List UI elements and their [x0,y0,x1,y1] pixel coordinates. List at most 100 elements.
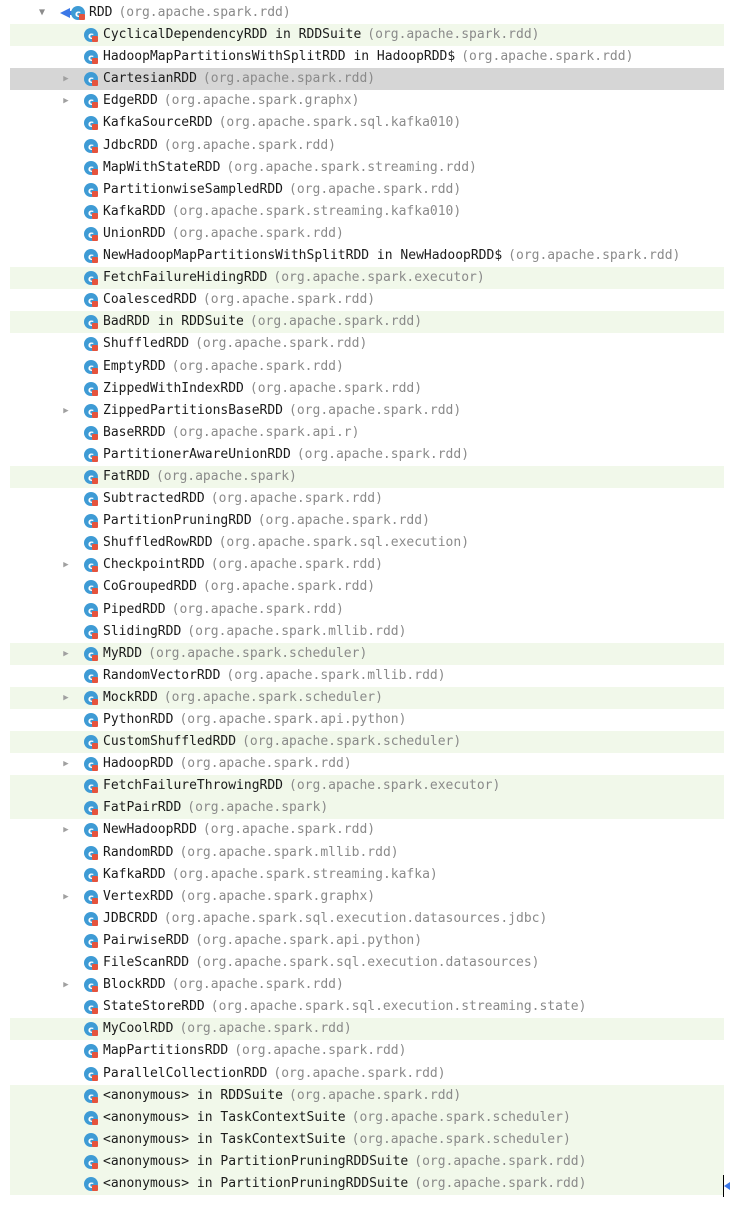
tree-row-label: FetchFailureThrowingRDD (org.apache.spark… [103,775,500,797]
tree-row[interactable]: c PythonRDD (org.apache.spark.api.python) [10,709,724,731]
tree-row[interactable]: c ZippedWithIndexRDD (org.apache.spark.rdd… [10,378,724,400]
class-icon: c [84,536,98,551]
tree-row[interactable]: c ShuffledRowRDD (org.apache.spark.sql.exe… [10,532,724,554]
tree-row[interactable]: c JDBCRDD (org.apache.spark.sql.execution.… [10,908,724,930]
tree-row[interactable]: c FileScanRDD (org.apache.spark.sql.execut… [10,952,724,974]
tree-row[interactable]: c <anonymous> in TaskContextSuite (org.apa… [10,1106,724,1129]
tree-row[interactable]: c <anonymous> in PartitionPruningRDDSuite… [10,1172,724,1196]
tree-row[interactable]: c JdbcRDD (org.apache.spark.rdd) [10,135,724,157]
class-name: CartesianRDD [103,71,197,87]
class-icon: c [84,72,98,87]
tree-row-label: ShuffledRDD (org.apache.spark.rdd) [103,333,367,355]
tree-row[interactable]: c EmptyRDD (org.apache.spark.rdd) [10,356,724,378]
tree-row-label: HadoopMapPartitionsWithSplitRDD in Hadoo… [103,46,633,68]
package-name: (org.apache.spark.rdd) [179,756,352,772]
tree-row[interactable]: c CoalescedRDD (org.apache.spark.rdd) [10,289,724,311]
tree-row[interactable]: c KafkaRDD (org.apache.spark.streaming.kaf… [10,864,724,886]
tree-row[interactable]: c ParallelCollectionRDD (org.apache.spark.… [10,1063,724,1085]
collapse-arrow-icon[interactable]: ▶ [60,643,72,665]
package-name: (org.apache.spark.executor) [273,270,485,286]
tree-row[interactable]: ▶ c MyRDD (org.apache.spark.scheduler) [10,642,724,665]
tree-row-label: <anonymous> in TaskContextSuite (org.apac… [103,1129,571,1151]
tree-row[interactable]: c ShuffledRDD (org.apache.spark.rdd) [10,333,724,355]
package-name: (org.apache.spark.rdd) [171,358,344,374]
tree-row[interactable]: c FetchFailureHidingRDD (org.apache.spark.… [10,267,724,290]
class-name: ParallelCollectionRDD [103,1065,268,1081]
package-name: (org.apache.spark.rdd) [461,49,634,65]
tree-row[interactable]: c RandomVectorRDD (org.apache.spark.mllib.… [10,665,724,687]
tree-row[interactable]: ▶ c HadoopRDD (org.apache.spark.rdd) [10,753,724,775]
tree-row[interactable]: ▶ c EdgeRDD (org.apache.spark.graphx) [10,90,724,112]
tree-row[interactable]: c HadoopMapPartitionsWithSplitRDD in Hado… [10,46,724,68]
collapse-arrow-icon[interactable]: ▶ [60,687,72,709]
tree-row[interactable]: c PipedRDD (org.apache.spark.rdd) [10,599,724,621]
tree-row[interactable]: c FetchFailureThrowingRDD (org.apache.spar… [10,775,724,798]
tree-row[interactable]: c PartitionPruningRDD (org.apache.spark.rd… [10,510,724,532]
collapse-arrow-icon[interactable]: ▶ [60,819,72,841]
class-name: KafkaRDD [103,866,166,882]
tree-row[interactable]: c UnionRDD (org.apache.spark.rdd) [10,223,724,245]
tree-row[interactable]: ▶ c MockRDD (org.apache.spark.scheduler) [10,686,724,709]
package-name: (org.apache.spark.rdd) [249,314,423,330]
package-name: (org.apache.spark.rdd) [171,977,344,993]
package-name: (org.apache.spark.rdd) [202,579,376,595]
tree-row[interactable]: ▶ c CheckpointRDD (org.apache.spark.rdd) [10,554,724,576]
tree-row[interactable]: c RandomRDD (org.apache.spark.mllib.rdd) [10,842,724,864]
tree-row[interactable]: c SlidingRDD (org.apache.spark.mllib.rdd) [10,621,724,643]
tree-row[interactable]: c PartitionwiseSampledRDD (org.apache.spar… [10,179,724,201]
collapse-arrow-icon[interactable]: ▶ [60,90,72,112]
tree-row[interactable]: c PairwiseRDD (org.apache.spark.api.python… [10,930,724,952]
tree-row[interactable]: c <anonymous> in RDDSuite (org.apache.spar… [10,1084,724,1107]
package-name: (org.apache.spark.executor) [289,778,501,794]
collapse-arrow-icon[interactable]: ▶ [60,886,72,908]
expand-arrow-icon[interactable]: ▼ [36,2,48,24]
tree-row[interactable]: c KafkaRDD (org.apache.spark.streaming.kaf… [10,201,724,223]
tree-row-label: KafkaRDD (org.apache.spark.streaming.kafk… [103,864,438,886]
tree-row-label: JDBCRDD (org.apache.spark.sql.execution.d… [103,908,547,930]
tree-row[interactable]: c PartitionerAwareUnionRDD (org.apache.spa… [10,444,724,466]
tree-row[interactable]: ▶ c ZippedPartitionsBaseRDD (org.apache.spa… [10,400,724,422]
class-icon: c [84,889,98,904]
tree-row[interactable]: c SubtractedRDD (org.apache.spark.rdd) [10,488,724,510]
tree-row[interactable]: c MapPartitionsRDD (org.apache.spark.rdd) [10,1040,724,1062]
tree-row[interactable]: c KafkaSourceRDD (org.apache.spark.sql.kaf… [10,112,724,134]
tree-row[interactable]: c CyclicalDependencyRDD in RDDSuite (org.a… [10,24,724,47]
tree-row-label: CoalescedRDD (org.apache.spark.rdd) [103,289,375,311]
tree-row[interactable]: c StateStoreRDD (org.apache.spark.sql.exec… [10,996,724,1018]
tree-row[interactable]: c BadRDD in RDDSuite (org.apache.spark.rdd… [10,311,724,334]
class-icon: c [84,646,98,661]
package-name: (org.apache.spark.scheduler) [351,1109,571,1125]
tree-row[interactable]: c CoGroupedRDD (org.apache.spark.rdd) [10,576,724,598]
tree-row-label: ShuffledRowRDD (org.apache.spark.sql.exec… [103,532,469,554]
tree-row[interactable]: c <anonymous> in TaskContextSuite (org.apa… [10,1128,724,1151]
tree-row[interactable]: c FatRDD (org.apache.spark) [10,465,724,489]
collapse-arrow-icon[interactable]: ▶ [60,68,72,90]
collapse-arrow-icon[interactable]: ▶ [60,554,72,576]
tree-row[interactable]: c FatPairRDD (org.apache.spark) [10,797,724,820]
class-name: PartitionwiseSampledRDD [103,181,284,197]
class-icon: c [84,933,98,948]
tree-row[interactable]: ▶ c CartesianRDD (org.apache.spark.rdd) [10,68,724,91]
tree-row[interactable]: c NewHadoopMapPartitionsWithSplitRDD in N… [10,245,724,267]
class-name: EmptyRDD [103,358,166,374]
class-icon: c [84,779,98,794]
tree-row[interactable]: c MapWithStateRDD (org.apache.spark.stream… [10,157,724,179]
tree-row[interactable]: ▶ c NewHadoopRDD (org.apache.spark.rdd) [10,819,724,841]
class-icon: c [84,138,98,153]
tree-row-label: ZippedPartitionsBaseRDD (org.apache.spark… [103,400,461,422]
class-name: PartitionerAwareUnionRDD [103,446,291,462]
collapse-arrow-icon[interactable]: ▶ [60,974,72,996]
collapse-arrow-icon[interactable]: ▶ [60,753,72,775]
tree-row[interactable]: c BaseRRDD (org.apache.spark.api.r) [10,422,724,444]
tree-row[interactable]: ▶ c VertexRDD (org.apache.spark.graphx) [10,886,724,908]
tree-root-rdd[interactable]: ▼ c RDD (org.apache.spark.rdd) [10,2,724,24]
package-name: (org.apache.spark.rdd) [210,491,383,507]
class-icon: c [84,359,98,374]
tree-row-label: RandomVectorRDD (org.apache.spark.mllib.r… [103,665,446,687]
tree-row[interactable]: c <anonymous> in PartitionPruningRDDSuite… [10,1150,724,1173]
tree-row[interactable]: ▶ c BlockRDD (org.apache.spark.rdd) [10,974,724,996]
collapse-arrow-icon[interactable]: ▶ [60,400,72,422]
tree-row-label: EdgeRDD (org.apache.spark.graphx) [103,90,359,112]
tree-row[interactable]: c MyCoolRDD (org.apache.spark.rdd) [10,1018,724,1041]
tree-row[interactable]: c CustomShuffledRDD (org.apache.spark.sche… [10,731,724,754]
